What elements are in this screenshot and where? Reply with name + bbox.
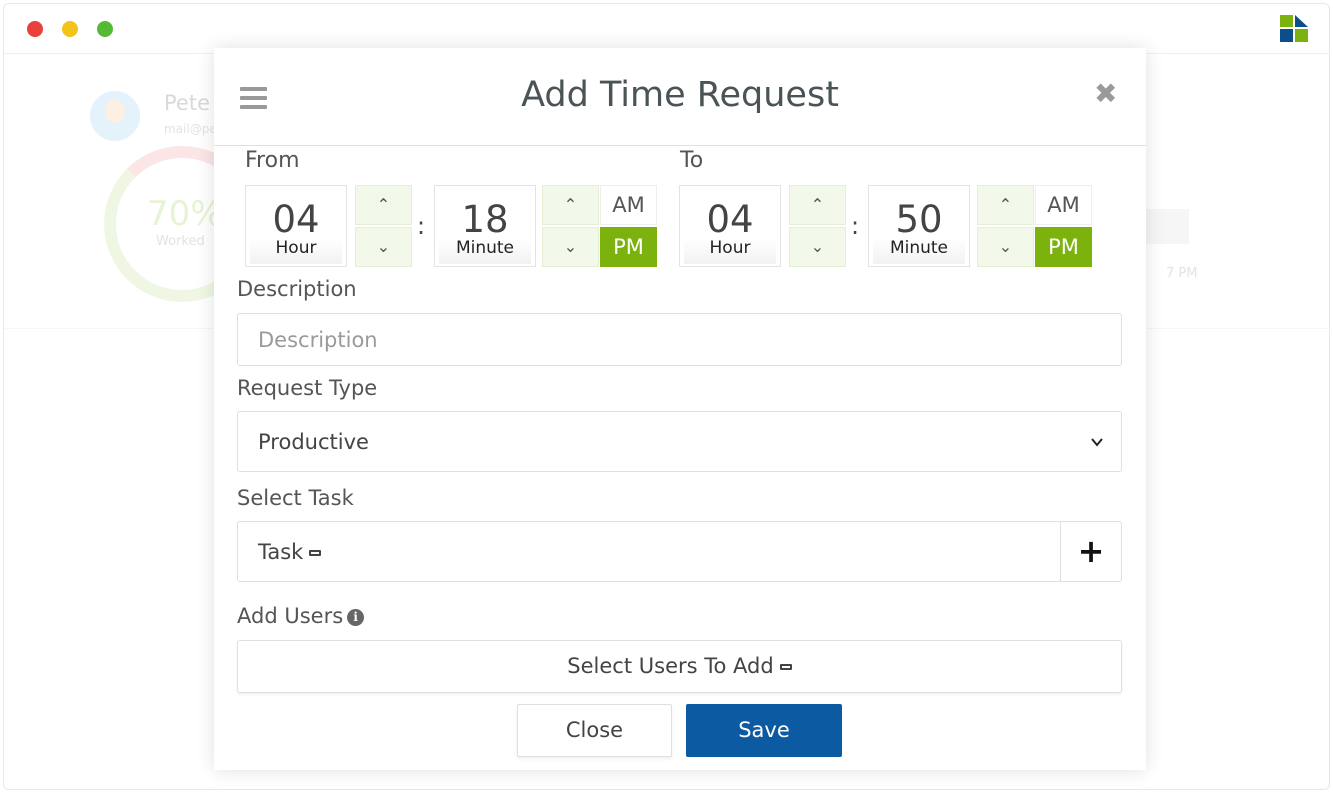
chevron-down-icon	[1091, 438, 1103, 447]
worked-percent: 70%	[147, 194, 223, 234]
to-hour-up-button[interactable]: ⌃	[789, 185, 846, 225]
from-hour-stepper: ⌃ ⌄	[355, 185, 412, 267]
from-minute-label: Minute	[439, 238, 531, 264]
to-colon: :	[851, 212, 860, 240]
timeline-label: 7 PM	[1166, 266, 1198, 281]
add-time-request-modal: Add Time Request ✖ From 04 Hour ⌃ ⌄ : 18…	[214, 48, 1146, 770]
add-users-label-row: Add Users i	[237, 604, 365, 628]
from-colon: :	[417, 212, 426, 240]
from-am-button[interactable]: AM	[600, 185, 657, 225]
close-button[interactable]: Close	[517, 704, 672, 757]
request-type-value: Productive	[258, 430, 369, 454]
to-minute-box[interactable]: 50 Minute	[868, 185, 970, 267]
info-icon[interactable]: i	[347, 609, 365, 626]
avatar	[90, 91, 140, 141]
window-minimize-dot[interactable]	[62, 21, 78, 37]
to-period-toggle: AM PM	[1035, 185, 1092, 267]
from-minute-up-button[interactable]: ⌃	[542, 185, 599, 225]
task-select-value: Task	[258, 540, 322, 564]
select-users-button[interactable]: Select Users To Add	[237, 640, 1122, 693]
to-minute-stepper: ⌃ ⌄	[977, 185, 1034, 267]
add-users-label: Add Users	[237, 604, 344, 628]
from-minute-down-button[interactable]: ⌄	[542, 227, 599, 267]
title-bar	[4, 4, 1329, 54]
to-hour-label: Hour	[684, 238, 776, 264]
description-field-wrapper	[237, 313, 1122, 366]
user-mail: mail@pe	[164, 122, 217, 136]
dropdown-caret-icon	[309, 550, 322, 556]
modal-title: Add Time Request	[521, 75, 839, 115]
from-minute-box[interactable]: 18 Minute	[434, 185, 536, 267]
to-pm-button[interactable]: PM	[1035, 227, 1092, 267]
to-minute-down-button[interactable]: ⌄	[977, 227, 1034, 267]
timeline-bar	[1144, 209, 1189, 244]
from-minute-stepper: ⌃ ⌄	[542, 185, 599, 267]
to-label: To	[680, 148, 704, 173]
to-minute-value: 50	[895, 198, 943, 241]
to-hour-value: 04	[706, 198, 754, 241]
description-input[interactable]	[238, 314, 1121, 365]
modal-header: Add Time Request ✖	[214, 48, 1146, 146]
from-hour-label: Hour	[250, 238, 342, 264]
from-period-toggle: AM PM	[600, 185, 657, 267]
user-name: Pete	[164, 91, 210, 115]
to-minute-up-button[interactable]: ⌃	[977, 185, 1034, 225]
close-icon[interactable]: ✖	[1094, 77, 1117, 110]
task-select-text: Task	[258, 540, 304, 564]
select-users-label: Select Users To Add	[567, 654, 774, 678]
save-button[interactable]: Save	[686, 704, 842, 757]
from-pm-button[interactable]: PM	[600, 227, 657, 267]
task-select[interactable]: Task	[237, 521, 1061, 582]
from-minute-value: 18	[461, 198, 509, 241]
from-label: From	[245, 148, 300, 173]
window-close-dot[interactable]	[27, 21, 43, 37]
to-hour-stepper: ⌃ ⌄	[789, 185, 846, 267]
request-type-select[interactable]: Productive	[237, 411, 1122, 472]
app-logo-icon	[1280, 15, 1308, 42]
to-hour-box[interactable]: 04 Hour	[679, 185, 781, 267]
request-type-label: Request Type	[237, 376, 378, 400]
add-task-button[interactable]: +	[1060, 521, 1122, 582]
dropdown-caret-icon	[779, 664, 792, 670]
from-hour-box[interactable]: 04 Hour	[245, 185, 347, 267]
description-label: Description	[237, 277, 357, 301]
from-hour-value: 04	[272, 198, 320, 241]
from-hour-down-button[interactable]: ⌄	[355, 227, 412, 267]
to-am-button[interactable]: AM	[1035, 185, 1092, 225]
window-maximize-dot[interactable]	[97, 21, 113, 37]
from-hour-up-button[interactable]: ⌃	[355, 185, 412, 225]
worked-label: Worked	[156, 234, 205, 249]
to-hour-down-button[interactable]: ⌄	[789, 227, 846, 267]
select-task-label: Select Task	[237, 486, 354, 510]
to-minute-label: Minute	[873, 238, 965, 264]
